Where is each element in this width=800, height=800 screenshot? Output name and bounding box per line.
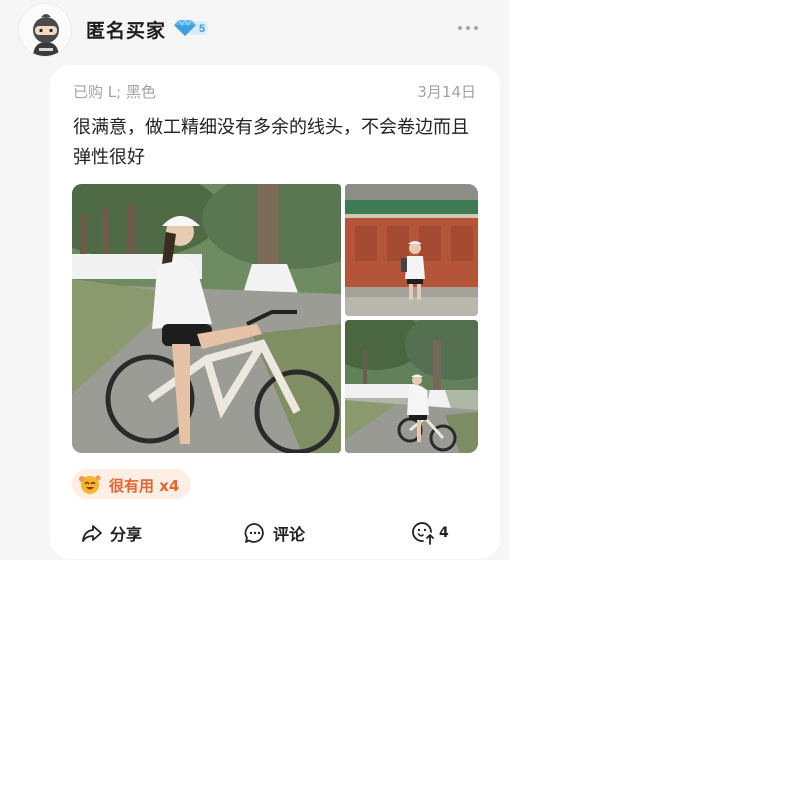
helpful-tag[interactable]: 很有用 x4 <box>72 469 191 499</box>
comment-label: 评论 <box>273 525 306 544</box>
vip-level-badge: 5 <box>172 18 210 38</box>
more-options-button[interactable] <box>456 20 480 36</box>
username: 匿名买家 <box>86 20 167 42</box>
bike-rider-photo[interactable] <box>72 184 341 453</box>
review-text: 很满意，做工精细没有多余的线头，不会卷边而且弹性很好 <box>73 117 469 168</box>
share-button[interactable]: 分享 <box>80 519 142 547</box>
share-icon <box>82 525 102 542</box>
vip-level-number: 5 <box>199 23 205 35</box>
share-label: 分享 <box>110 525 143 544</box>
user-avatar[interactable] <box>18 3 72 57</box>
helpful-label: 很有用 x4 <box>109 477 180 495</box>
comment-icon <box>244 523 264 543</box>
more-dots-icon <box>458 26 478 30</box>
diamond-icon: 5 <box>174 19 208 36</box>
like-button[interactable]: 4 <box>410 519 449 547</box>
ninja-avatar-icon <box>19 4 71 56</box>
comment-button[interactable]: 评论 <box>243 519 305 547</box>
purchase-spec: 已购 L; 黑色 <box>73 83 156 101</box>
review-date: 3月14日 <box>417 83 476 101</box>
tree-road-photo[interactable] <box>345 320 478 453</box>
review-screen: 匿名买家 5 已购 L; 黑色 3月14日 很满意，做工精细没有多余的线头，不会… <box>0 0 509 560</box>
review-card: 已购 L; 黑色 3月14日 很满意，做工精细没有多余的线头，不会卷边而且弹性很… <box>50 65 500 559</box>
like-count: 4 <box>439 525 449 541</box>
red-wall-photo[interactable] <box>345 184 478 316</box>
smile-up-icon <box>412 522 434 545</box>
laughing-face-icon <box>78 473 102 495</box>
